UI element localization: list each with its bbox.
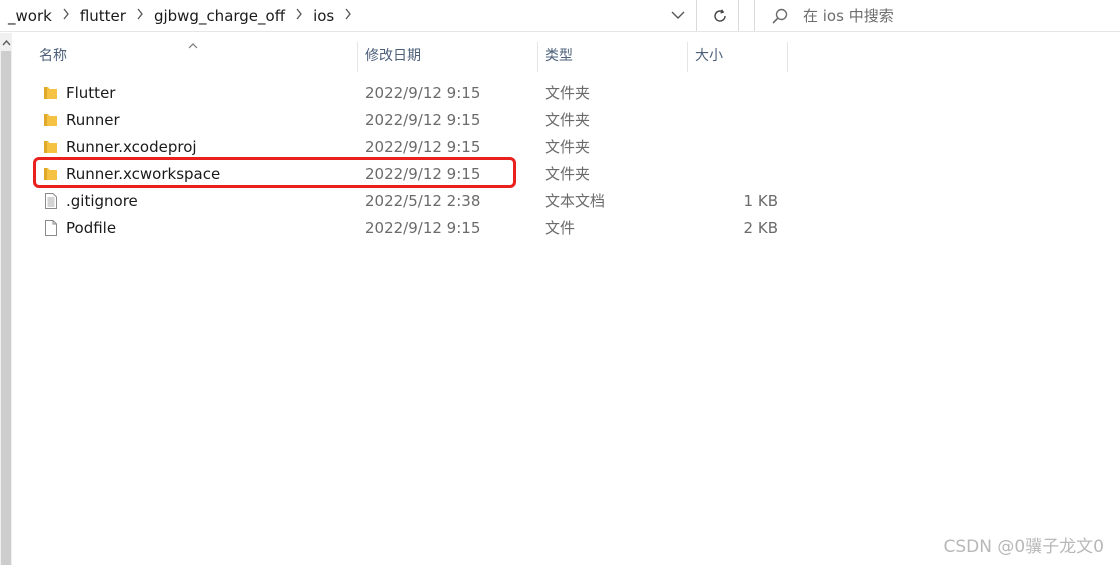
column-header-name[interactable]: 名称 xyxy=(39,40,67,72)
file-row[interactable]: Flutter 2022/9/12 9:15 文件夹 xyxy=(32,80,812,107)
search-box[interactable]: 在 ios 中搜索 xyxy=(754,0,1120,31)
column-header-size[interactable]: 大小 xyxy=(695,40,723,72)
breadcrumb-item-flutter[interactable]: flutter xyxy=(78,7,128,25)
refresh-icon xyxy=(714,8,726,22)
search-placeholder[interactable]: 在 ios 中搜索 xyxy=(803,5,894,26)
file-type: 文件夹 xyxy=(545,165,591,183)
chevron-right-icon[interactable] xyxy=(287,8,311,24)
file-row[interactable]: .gitignore 2022/5/12 2:38 文本文档 1 KB xyxy=(32,188,812,215)
text-document-icon xyxy=(45,193,57,209)
sort-ascending-icon xyxy=(188,34,198,53)
file-name[interactable]: Flutter xyxy=(66,80,115,107)
file-size: 1 KB xyxy=(743,192,778,210)
file-name[interactable]: Runner xyxy=(66,107,120,134)
column-header-type[interactable]: 类型 xyxy=(545,40,573,72)
breadcrumb-item-ios[interactable]: ios xyxy=(311,7,336,25)
file-explorer-window: _work flutter gjbwg_charge_off ios 在 ios… xyxy=(0,0,1120,565)
file-name[interactable]: Runner.xcworkspace xyxy=(66,161,220,188)
column-divider[interactable] xyxy=(787,42,788,72)
file-row[interactable]: Runner 2022/9/12 9:15 文件夹 xyxy=(32,107,812,134)
file-type: 文本文档 xyxy=(545,192,606,210)
file-type: 文件夹 xyxy=(545,84,591,102)
file-modified: 2022/9/12 9:15 xyxy=(365,219,481,237)
file-modified: 2022/9/12 9:15 xyxy=(365,111,481,129)
file-modified: 2022/5/12 2:38 xyxy=(365,192,481,210)
column-divider[interactable] xyxy=(687,42,688,72)
column-divider[interactable] xyxy=(357,42,358,72)
chevron-right-icon[interactable] xyxy=(128,8,152,24)
folder-icon xyxy=(44,87,57,99)
breadcrumb-item-project[interactable]: gjbwg_charge_off xyxy=(152,7,287,25)
file-modified: 2022/9/12 9:15 xyxy=(365,165,481,183)
breadcrumb-item-work[interactable]: _work xyxy=(6,7,54,25)
column-divider[interactable] xyxy=(537,42,538,72)
file-name[interactable]: .gitignore xyxy=(66,188,138,215)
scrollbar-thumb[interactable] xyxy=(1,51,11,565)
refresh-button[interactable] xyxy=(704,0,736,31)
file-icon xyxy=(45,220,57,236)
divider xyxy=(696,0,697,31)
file-row[interactable]: Runner.xcodeproj 2022/9/12 9:15 文件夹 xyxy=(32,134,812,161)
address-bar: _work flutter gjbwg_charge_off ios 在 ios… xyxy=(0,0,1120,32)
folder-icon xyxy=(44,168,57,180)
file-row-highlighted[interactable]: Runner.xcworkspace 2022/9/12 9:15 文件夹 xyxy=(32,161,812,188)
file-row[interactable]: Podfile 2022/9/12 9:15 文件 2 KB xyxy=(32,215,812,242)
file-type: 文件夹 xyxy=(545,138,591,156)
file-type: 文件 xyxy=(545,219,576,237)
file-size: 2 KB xyxy=(743,219,778,237)
vertical-scrollbar[interactable] xyxy=(0,33,12,565)
watermark: CSDN @0骥子龙文0 xyxy=(943,537,1104,557)
divider xyxy=(738,0,739,31)
file-name[interactable]: Podfile xyxy=(66,215,116,242)
column-headers: 名称 修改日期 类型 大小 xyxy=(12,40,812,72)
file-type: 文件夹 xyxy=(545,111,591,129)
folder-icon xyxy=(44,141,57,153)
address-history-dropdown[interactable] xyxy=(660,0,696,31)
file-name[interactable]: Runner.xcodeproj xyxy=(66,134,197,161)
search-icon xyxy=(772,8,788,24)
chevron-down-icon xyxy=(671,11,685,19)
folder-icon xyxy=(44,114,57,126)
chevron-right-icon[interactable] xyxy=(336,8,360,24)
breadcrumb[interactable]: _work flutter gjbwg_charge_off ios xyxy=(0,0,696,31)
file-modified: 2022/9/12 9:15 xyxy=(365,84,481,102)
chevron-right-icon[interactable] xyxy=(54,8,78,24)
column-header-modified[interactable]: 修改日期 xyxy=(365,40,421,72)
file-modified: 2022/9/12 9:15 xyxy=(365,138,481,156)
scroll-up-arrow-icon[interactable] xyxy=(0,36,12,50)
